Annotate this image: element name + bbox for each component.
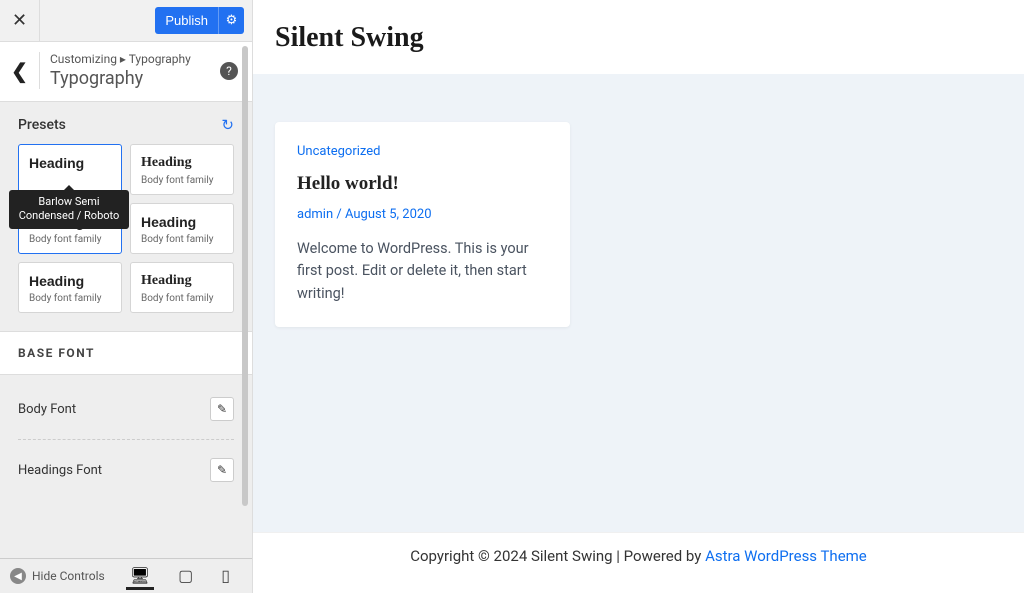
breadcrumb: Customizing ▸ Typography: [50, 52, 220, 66]
presets-label: Presets: [18, 117, 66, 133]
publish-button-group: Publish ⚙: [155, 7, 244, 34]
mobile-icon: ▯: [221, 566, 230, 585]
preset-body: Body font family: [29, 234, 111, 245]
post-author-link[interactable]: admin: [297, 207, 333, 222]
help-icon: ?: [226, 64, 232, 78]
hide-controls-button[interactable]: ◀ Hide Controls: [10, 568, 105, 584]
meta-separator: /: [333, 207, 345, 222]
gear-icon: ⚙: [226, 13, 238, 28]
preset-card-5[interactable]: Heading Body font family: [18, 262, 122, 313]
sidebar-scrollbar[interactable]: [242, 46, 248, 557]
pencil-icon: ✎: [217, 463, 227, 477]
sidebar-bottom-bar: ◀ Hide Controls 🖥 ▢ ▯: [0, 558, 252, 593]
tablet-preview-button[interactable]: ▢: [174, 562, 197, 590]
panel-header: ❮ Customizing ▸ Typography Typography ?: [0, 42, 252, 102]
body-font-label: Body Font: [18, 402, 76, 417]
panel-body: Presets ↻ Heading Barlow Semi Condensed …: [0, 102, 252, 558]
mobile-preview-button[interactable]: ▯: [217, 562, 234, 590]
desktop-icon: 🖥: [130, 566, 150, 585]
headings-font-label: Headings Font: [18, 463, 102, 478]
presets-section: Presets ↻ Heading Barlow Semi Condensed …: [0, 102, 252, 331]
preset-heading: Heading: [29, 155, 111, 171]
headings-font-row: Headings Font ✎: [18, 440, 234, 500]
preset-body: Body font family: [141, 175, 223, 186]
chevron-left-icon: ❮: [11, 59, 28, 83]
preset-card-2[interactable]: Heading Body font family: [130, 144, 234, 195]
preset-heading: Heading: [29, 273, 111, 289]
desktop-preview-button[interactable]: 🖥: [126, 562, 154, 590]
preset-heading: Heading: [141, 155, 223, 171]
post-meta: admin / August 5, 2020: [297, 207, 548, 222]
sidebar-top-bar: ✕ Publish ⚙: [0, 0, 252, 42]
collapse-icon: ◀: [10, 568, 26, 584]
site-footer: Copyright © 2024 Silent Swing | Powered …: [253, 532, 1024, 593]
preset-card-6[interactable]: Heading Body font family: [130, 262, 234, 313]
edit-headings-font-button[interactable]: ✎: [210, 458, 234, 482]
edit-body-font-button[interactable]: ✎: [210, 397, 234, 421]
device-preview-switcher: 🖥 ▢ ▯: [126, 562, 234, 590]
preset-heading: Heading: [141, 273, 223, 289]
customizer-sidebar: ✕ Publish ⚙ ❮ Customizing ▸ Typography T…: [0, 0, 253, 593]
panel-title: Typography: [50, 68, 220, 89]
preset-body: Body font family: [141, 234, 223, 245]
refresh-icon: ↻: [221, 116, 234, 134]
base-font-section-title: BASE FONT: [0, 331, 252, 375]
body-font-row: Body Font ✎: [18, 379, 234, 440]
preset-tooltip: Barlow Semi Condensed / Roboto: [9, 190, 129, 229]
publish-button[interactable]: Publish: [155, 7, 218, 34]
preset-card-1[interactable]: Heading Barlow Semi Condensed / Roboto: [18, 144, 122, 195]
close-customizer-button[interactable]: ✕: [0, 0, 40, 42]
publish-settings-button[interactable]: ⚙: [218, 7, 244, 34]
hide-controls-label: Hide Controls: [32, 569, 105, 583]
preset-body: Body font family: [141, 293, 223, 304]
footer-theme-link[interactable]: Astra WordPress Theme: [705, 547, 867, 565]
site-preview: Silent Swing Uncategorized Hello world! …: [253, 0, 1024, 593]
footer-text: Copyright © 2024 Silent Swing | Powered …: [410, 547, 705, 565]
post-date-link[interactable]: August 5, 2020: [345, 207, 432, 222]
post-category-link[interactable]: Uncategorized: [297, 144, 548, 159]
site-main: Uncategorized Hello world! admin / Augus…: [253, 74, 1024, 593]
post-card: Uncategorized Hello world! admin / Augus…: [275, 122, 570, 327]
close-icon: ✕: [12, 10, 27, 31]
help-button[interactable]: ?: [220, 62, 238, 80]
post-title-link[interactable]: Hello world!: [297, 173, 548, 195]
reset-presets-button[interactable]: ↻: [221, 116, 234, 134]
preset-card-4[interactable]: Heading Body font family: [130, 203, 234, 254]
back-button[interactable]: ❮: [0, 52, 40, 89]
preset-grid: Heading Barlow Semi Condensed / Roboto H…: [18, 144, 234, 313]
font-rows: Body Font ✎ Headings Font ✎: [0, 375, 252, 510]
site-title[interactable]: Silent Swing: [253, 0, 1024, 74]
pencil-icon: ✎: [217, 402, 227, 416]
preset-heading: Heading: [141, 214, 223, 230]
post-excerpt: Welcome to WordPress. This is your first…: [297, 238, 548, 305]
preset-body: Body font family: [29, 293, 111, 304]
tablet-icon: ▢: [178, 566, 193, 585]
